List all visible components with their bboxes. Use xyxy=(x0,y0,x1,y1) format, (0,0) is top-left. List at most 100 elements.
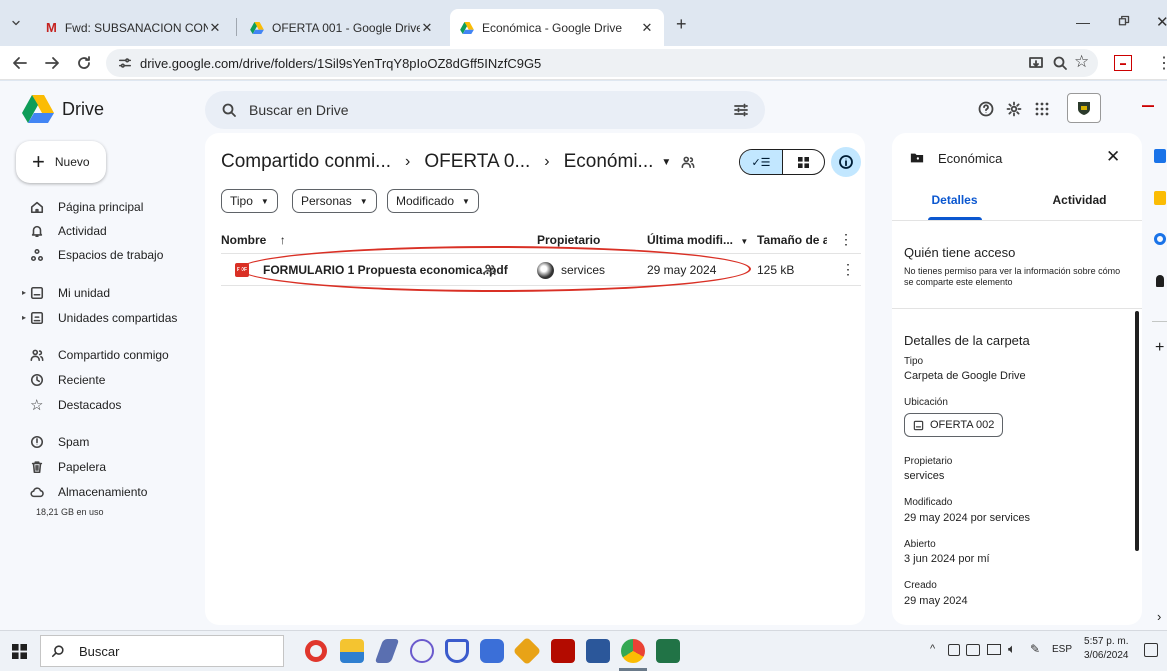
profile-avatar[interactable]: ▬ xyxy=(1114,55,1132,71)
tab-activity[interactable]: Actividad xyxy=(1017,193,1142,219)
tab-details[interactable]: Detalles xyxy=(892,193,1017,219)
sidebar-item-trash[interactable]: Papelera xyxy=(30,456,106,478)
side-panel-chevron-icon[interactable]: › xyxy=(1157,609,1161,624)
list-view-button[interactable]: ✓☰ xyxy=(740,150,782,174)
breadcrumb-item-oferta[interactable]: OFERTA 0... xyxy=(424,151,530,173)
windows-start-icon[interactable] xyxy=(12,644,27,659)
shared-drives-icon xyxy=(30,311,44,325)
tab-economica[interactable]: Económica - Google Drive ✕ xyxy=(450,9,664,46)
close-details-icon[interactable]: ✕ xyxy=(1106,147,1120,167)
word-app-icon[interactable] xyxy=(586,639,610,663)
organization-logo[interactable] xyxy=(1067,93,1101,123)
apps-grid-icon[interactable] xyxy=(1034,101,1050,117)
tray-app-icon[interactable] xyxy=(948,644,960,656)
pen-app-icon[interactable] xyxy=(374,639,400,663)
forward-icon[interactable] xyxy=(44,55,60,71)
network-tray-icon[interactable] xyxy=(987,644,1001,655)
sidebar-item-starred[interactable]: ☆ Destacados xyxy=(30,394,121,416)
bookmark-star-icon[interactable]: ☆ xyxy=(1074,52,1089,72)
clock[interactable]: 5:57 p. m. 3/06/2024 xyxy=(1084,635,1129,663)
notifications-icon[interactable] xyxy=(1144,643,1158,657)
folder-menu-caret-icon[interactable]: ▼ xyxy=(661,157,671,168)
chrome-canary-app-icon[interactable] xyxy=(512,636,542,666)
sort-arrow-up-icon[interactable]: ↑ xyxy=(280,233,286,247)
expand-shared-drives-icon[interactable]: ▸ xyxy=(22,313,26,322)
column-header-owner[interactable]: Propietario xyxy=(537,233,600,247)
access-text: No tienes permiso para ver la informació… xyxy=(904,266,1121,287)
row-more-options-icon[interactable]: ⋮ xyxy=(841,261,855,278)
sidebar-item-home[interactable]: Página principal xyxy=(30,196,143,218)
restore-icon[interactable] xyxy=(1118,15,1130,27)
filter-people-chip[interactable]: Personas ▼ xyxy=(292,189,377,213)
chrome-app-icon[interactable] xyxy=(621,639,645,663)
search-icon[interactable] xyxy=(221,102,237,118)
language-indicator[interactable]: ESP xyxy=(1052,644,1072,655)
close-tab-icon[interactable]: ✕ xyxy=(640,20,654,36)
excel-app-icon[interactable] xyxy=(656,639,680,663)
sidebar-item-spam[interactable]: Spam xyxy=(30,431,89,453)
file-explorer-app-icon[interactable] xyxy=(340,639,364,663)
expand-my-drive-icon[interactable]: ▸ xyxy=(22,288,26,297)
taskbar-search-box[interactable]: Buscar xyxy=(40,635,284,667)
tab-gmail[interactable]: M Fwd: SUBSANACION CONVOCA ✕ xyxy=(36,9,232,46)
opera-app-icon[interactable] xyxy=(305,640,327,662)
location-chip[interactable]: OFERTA 002 xyxy=(904,413,1004,437)
details-toggle-button[interactable] xyxy=(831,147,861,177)
search-input[interactable]: Buscar en Drive xyxy=(249,102,349,118)
help-icon[interactable] xyxy=(978,101,994,117)
column-header-modified[interactable]: Última modifi... ▼ xyxy=(647,233,748,247)
reload-icon[interactable] xyxy=(76,55,92,71)
breadcrumb-item-shared[interactable]: Compartido conmi... xyxy=(221,151,391,173)
zoom-icon[interactable] xyxy=(1052,55,1068,71)
install-app-icon[interactable] xyxy=(1028,55,1044,71)
breadcrumb-item-current[interactable]: Económi... xyxy=(564,151,654,173)
column-options-icon[interactable]: ⋮ xyxy=(839,231,853,248)
volume-muted-icon[interactable]: 🔈︎ xyxy=(1008,641,1016,657)
contacts-addon-icon[interactable] xyxy=(1156,275,1164,287)
back-icon[interactable] xyxy=(12,55,28,71)
network-app-icon[interactable] xyxy=(480,639,504,663)
close-tab-icon[interactable]: ✕ xyxy=(208,20,222,36)
close-tab-icon[interactable]: ✕ xyxy=(420,20,434,36)
breadcrumb-separator-icon: › xyxy=(544,153,550,170)
close-window-icon[interactable]: ✕ xyxy=(1156,13,1167,31)
add-addon-icon[interactable]: + xyxy=(1155,339,1164,357)
file-size: 125 kB xyxy=(757,263,795,277)
taskbar: Buscar ^ 🔈︎ ✎ ESP 5:57 p. m. 3/06/2024 xyxy=(0,630,1167,671)
tasks-addon-icon[interactable] xyxy=(1154,233,1166,245)
sidebar-item-shared-drives[interactable]: Unidades compartidas xyxy=(30,307,177,329)
column-header-name[interactable]: Nombre ↑ xyxy=(221,233,286,247)
sidebar-item-shared-with-me[interactable]: Compartido conmigo xyxy=(30,344,169,366)
sidebar-item-recent[interactable]: Reciente xyxy=(30,369,105,391)
sidebar-item-storage[interactable]: Almacenamiento xyxy=(30,481,147,503)
tab-search-icon[interactable] xyxy=(10,17,22,29)
drive-logo[interactable]: Drive xyxy=(22,95,104,123)
new-tab-icon[interactable]: + xyxy=(676,14,687,35)
search-bar[interactable]: Buscar en Drive xyxy=(205,91,765,129)
search-options-icon[interactable] xyxy=(733,102,749,118)
filter-type-chip[interactable]: Tipo ▼ xyxy=(221,189,278,213)
grid-view-button[interactable] xyxy=(781,150,824,174)
acrobat-app-icon[interactable] xyxy=(551,639,575,663)
calendar-addon-icon[interactable] xyxy=(1154,149,1166,163)
sidebar-item-activity[interactable]: Actividad xyxy=(30,220,107,242)
keep-addon-icon[interactable] xyxy=(1154,191,1166,205)
tab-oferta-001[interactable]: OFERTA 001 - Google Drive ✕ xyxy=(240,9,444,46)
minimize-icon[interactable]: — xyxy=(1076,14,1090,30)
settings-gear-icon[interactable] xyxy=(1006,101,1022,117)
show-hidden-icons[interactable]: ^ xyxy=(930,643,935,655)
cloud-icon xyxy=(30,487,44,498)
details-scrollbar[interactable] xyxy=(1135,311,1139,551)
browser-menu-icon[interactable]: ⋮ xyxy=(1156,53,1167,73)
sidebar-item-workspaces[interactable]: Espacios de trabajo xyxy=(30,244,163,266)
snipping-tool-app-icon[interactable] xyxy=(410,639,434,663)
new-button[interactable]: + Nuevo xyxy=(16,141,106,183)
filter-modified-chip[interactable]: Modificado ▼ xyxy=(387,189,479,213)
pen-tray-icon[interactable]: ✎ xyxy=(1030,642,1040,656)
column-header-size[interactable]: Tamaño de a xyxy=(757,233,827,247)
sidebar-item-my-drive[interactable]: Mi unidad xyxy=(30,282,110,304)
site-settings-icon[interactable] xyxy=(118,56,132,70)
shield-app-icon[interactable] xyxy=(445,639,469,663)
address-bar[interactable]: drive.google.com/drive/folders/1Sil9sYen… xyxy=(106,49,1098,77)
tray-remote-icon[interactable] xyxy=(966,644,980,656)
